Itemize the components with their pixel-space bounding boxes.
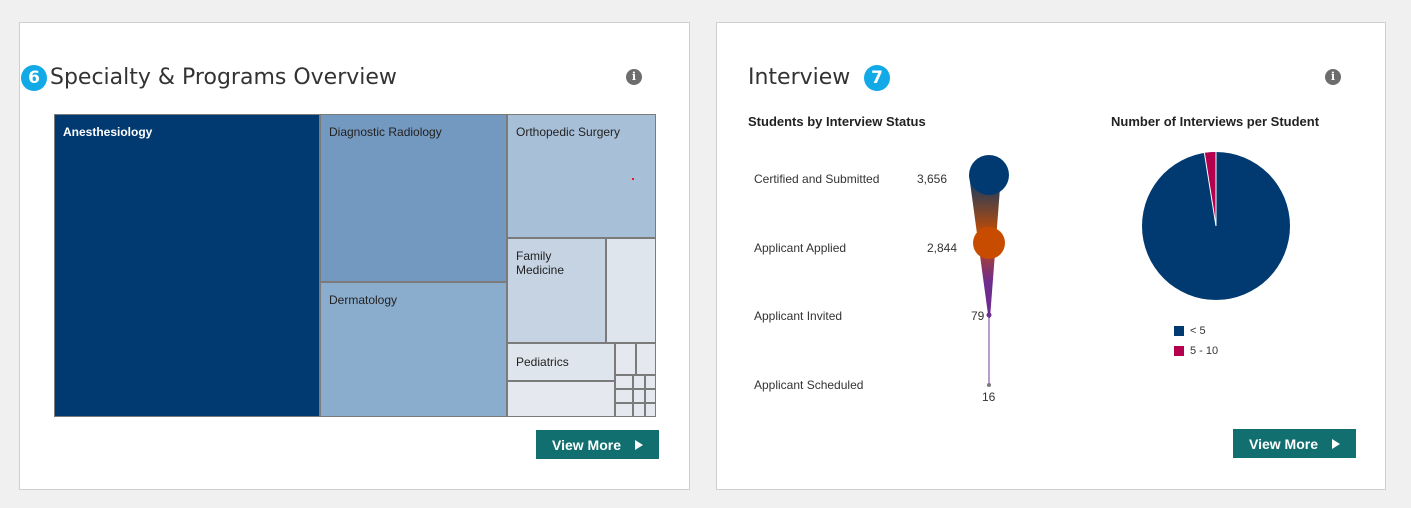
tile-label: Family Medicine [516, 249, 565, 277]
legend-swatch [1174, 346, 1184, 356]
treemap-tile-other[interactable] [633, 389, 645, 403]
treemap-tile-other[interactable] [636, 343, 656, 375]
play-arrow-icon [635, 439, 643, 450]
treemap-tile-anesthesiology[interactable]: Anesthesiology [54, 114, 320, 417]
treemap-tile-diagnostic-radiology[interactable]: Diagnostic Radiology [320, 114, 507, 282]
tile-label: Pediatrics [516, 355, 569, 369]
treemap-tile-other[interactable] [615, 389, 633, 403]
treemap-tile-other[interactable] [507, 381, 615, 417]
treemap-tile-other[interactable] [645, 389, 656, 403]
legend-label: < 5 [1190, 325, 1206, 337]
card-title: Specialty & Programs Overview [50, 65, 397, 90]
treemap-tile-other[interactable] [633, 403, 645, 417]
treemap-tile-pediatrics[interactable]: Pediatrics [507, 343, 615, 381]
tile-label: Orthopedic Surgery [516, 125, 621, 139]
funnel-stage-label: Applicant Invited [754, 309, 843, 323]
treemap-tile-other[interactable] [606, 238, 656, 343]
funnel-stage-label: Certified and Submitted [754, 172, 880, 186]
funnel-stage-value: 3,656 [917, 172, 948, 186]
tile-label: Diagnostic Radiology [329, 125, 442, 139]
interviews-per-student-pie [1142, 151, 1290, 300]
interview-status-funnel [969, 155, 1009, 387]
treemap-tile-other[interactable] [645, 403, 656, 417]
funnel-point-certified [969, 155, 1009, 195]
interview-card: Interview 7 i Students by Interview Stat… [716, 22, 1386, 490]
tile-label: Anesthesiology [63, 125, 153, 139]
view-more-label: View More [1249, 435, 1318, 452]
treemap-tile-orthopedic-surgery[interactable]: Orthopedic Surgery [507, 114, 656, 238]
status-chart-title: Students by Interview Status [748, 114, 926, 129]
step-badge: 6 [21, 65, 47, 91]
specialty-treemap: Anesthesiology Diagnostic Radiology Derm… [54, 114, 656, 417]
funnel-point-invited [986, 312, 992, 318]
treemap-tile-other[interactable] [615, 343, 636, 375]
legend-item-lt-5[interactable]: < 5 [1174, 325, 1206, 337]
info-icon[interactable]: i [626, 69, 642, 85]
funnel-stage-value: 2,844 [927, 241, 958, 255]
marker-dot [632, 178, 634, 180]
tile-label: Dermatology [329, 293, 398, 307]
funnel-point-scheduled [987, 383, 991, 387]
info-icon[interactable]: i [1325, 69, 1341, 85]
per-student-chart-title: Number of Interviews per Student [1111, 114, 1320, 129]
legend-label: 5 - 10 [1190, 345, 1219, 357]
play-arrow-icon [1332, 438, 1340, 449]
card-title: Interview [748, 65, 851, 90]
specialty-programs-card: 6 Specialty & Programs Overview i Anesth… [19, 22, 690, 490]
legend-item-5-10[interactable]: 5 - 10 [1174, 345, 1218, 357]
funnel-stage-label: Applicant Applied [754, 241, 847, 255]
view-more-button[interactable]: View More [536, 430, 659, 459]
legend-swatch [1174, 326, 1184, 336]
treemap-tile-dermatology[interactable]: Dermatology [320, 282, 507, 417]
funnel-point-applied [973, 227, 1005, 259]
treemap-tile-other[interactable] [633, 375, 645, 389]
treemap-tile-other[interactable] [615, 375, 633, 389]
view-more-button[interactable]: View More [1233, 429, 1356, 458]
treemap-tile-other[interactable] [615, 403, 633, 417]
view-more-label: View More [552, 436, 621, 453]
step-badge: 7 [864, 65, 890, 91]
funnel-stage-label: Applicant Scheduled [754, 378, 864, 392]
treemap-tile-other[interactable] [645, 375, 656, 389]
treemap-tile-family-medicine[interactable]: Family Medicine [507, 238, 606, 343]
